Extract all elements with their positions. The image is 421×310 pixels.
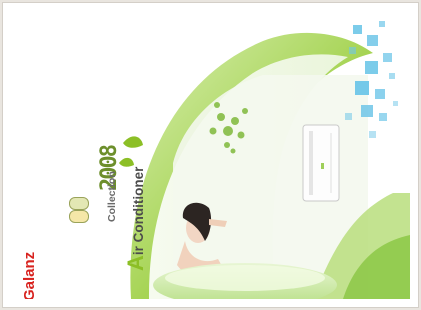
energy-badge-icon [69, 197, 89, 210]
energy-badges [69, 197, 89, 223]
poster-artwork [119, 21, 410, 299]
poster-frame: 2008 Collection Air Conditioner Galanz [2, 2, 419, 308]
collection-text: Collection [106, 171, 118, 222]
energy-badge-icon [69, 210, 89, 223]
air-conditioner-unit [302, 124, 340, 202]
poster-canvas: 2008 Collection Air Conditioner Galanz [13, 13, 410, 299]
air-conditioner-title: Air Conditioner [123, 166, 148, 271]
title-initial: A [123, 255, 148, 271]
leaf-ornament [119, 136, 143, 167]
title-rest: ir Conditioner [131, 166, 146, 256]
brand-logo: Galanz [21, 251, 38, 299]
